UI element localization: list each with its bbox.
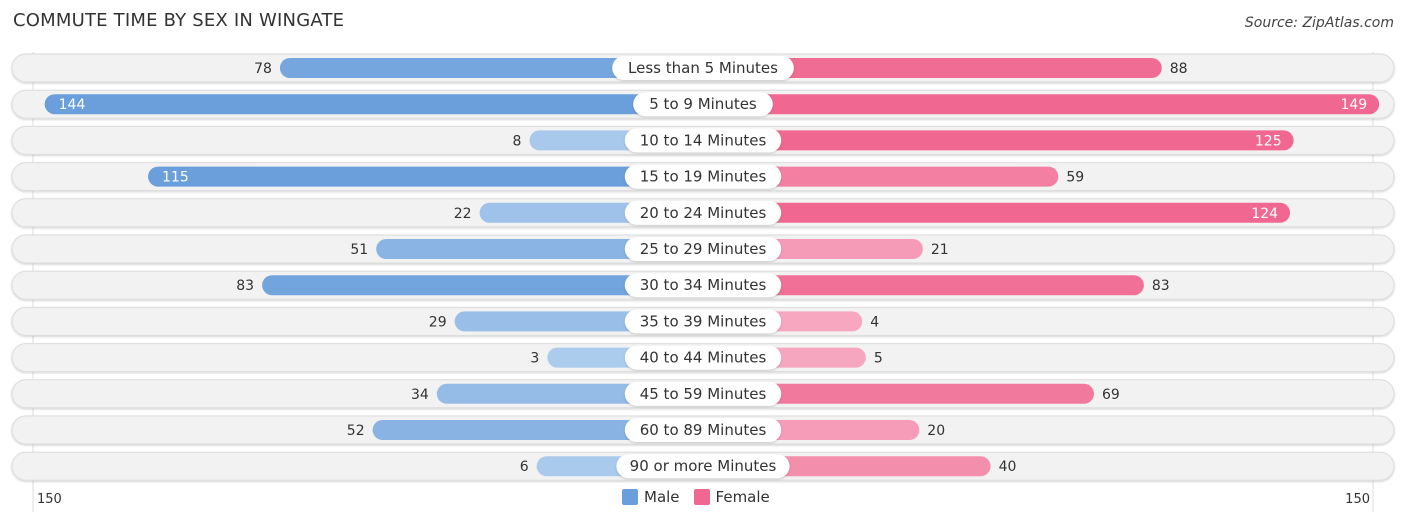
male-bar[interactable] (44, 94, 703, 115)
male-value-label: 83 (236, 278, 254, 294)
male-value-label: 115 (162, 170, 189, 186)
table-row: 29 4 35 to 39 Minutes (11, 306, 1395, 336)
category-label: 40 to 44 Minutes (640, 349, 767, 367)
category-label: 25 to 29 Minutes (640, 240, 767, 258)
table-row: 51 21 25 to 29 Minutes (11, 234, 1395, 264)
table-row: 78 88 Less than 5 Minutes (11, 53, 1395, 83)
category-label: 10 to 14 Minutes (640, 131, 767, 149)
table-row: 8 125 10 to 14 Minutes (11, 125, 1395, 155)
table-row: 3 5 40 to 44 Minutes (11, 343, 1395, 373)
legend-item-female[interactable]: Female (693, 488, 770, 506)
male-value-label: 51 (350, 242, 368, 258)
female-value-label: 88 (1170, 61, 1188, 77)
category-label: 60 to 89 Minutes (640, 421, 767, 439)
category-label: 15 to 19 Minutes (640, 168, 767, 186)
chart: 78 88 Less than 5 Minutes 144 149 5 to 9 Minu… (11, 52, 1395, 512)
category-label: 30 to 34 Minutes (640, 276, 767, 294)
male-value-label: 34 (411, 387, 429, 403)
male-value-label: 3 (530, 351, 539, 367)
male-bar[interactable] (148, 166, 703, 187)
category-label: 45 to 59 Minutes (640, 385, 767, 403)
legend-swatch-female (693, 489, 710, 505)
female-value-label: 83 (1152, 278, 1170, 294)
legend: Male Female (622, 488, 784, 506)
category-label: 35 to 39 Minutes (640, 312, 767, 330)
legend-label-male: Male (644, 488, 680, 506)
female-value-label: 40 (999, 459, 1017, 475)
female-value-label: 59 (1066, 170, 1084, 186)
legend-item-male[interactable]: Male (622, 488, 680, 506)
table-row: 144 149 5 to 9 Minutes (11, 89, 1395, 119)
male-value-label: 6 (520, 459, 529, 475)
table-row: 34 69 45 to 59 Minutes (11, 379, 1395, 409)
category-label: 5 to 9 Minutes (649, 95, 757, 113)
category-label: 90 or more Minutes (630, 457, 777, 475)
category-label: 20 to 24 Minutes (640, 204, 767, 222)
male-value-label: 22 (454, 206, 472, 222)
table-row: 22 124 20 to 24 Minutes (11, 198, 1395, 228)
axis-left-label: 150 (37, 492, 62, 507)
legend-swatch-male (622, 489, 638, 505)
female-value-label: 149 (1340, 97, 1367, 113)
male-value-label: 144 (59, 97, 86, 113)
male-value-label: 52 (347, 423, 365, 439)
female-value-label: 124 (1251, 206, 1278, 222)
female-value-label: 125 (1255, 133, 1282, 149)
legend-label-female: Female (715, 488, 770, 506)
table-row: 83 83 30 to 34 Minutes (11, 270, 1395, 300)
female-bar[interactable] (703, 202, 1291, 223)
category-label: Less than 5 Minutes (628, 59, 778, 77)
table-row: 6 40 90 or more Minutes (11, 451, 1395, 481)
female-bar[interactable] (703, 130, 1294, 151)
female-value-label: 21 (931, 242, 949, 258)
female-bar[interactable] (703, 94, 1380, 115)
female-value-label: 20 (927, 423, 945, 439)
axis-right-label: 150 (1345, 492, 1370, 507)
male-value-label: 8 (513, 133, 522, 149)
female-value-label: 4 (870, 314, 879, 330)
male-value-label: 78 (254, 61, 272, 77)
table-row: 115 59 15 to 19 Minutes (11, 162, 1395, 192)
female-value-label: 69 (1102, 387, 1120, 403)
male-value-label: 29 (429, 314, 447, 330)
table-row: 52 20 60 to 89 Minutes (11, 415, 1395, 445)
female-value-label: 5 (874, 351, 883, 367)
